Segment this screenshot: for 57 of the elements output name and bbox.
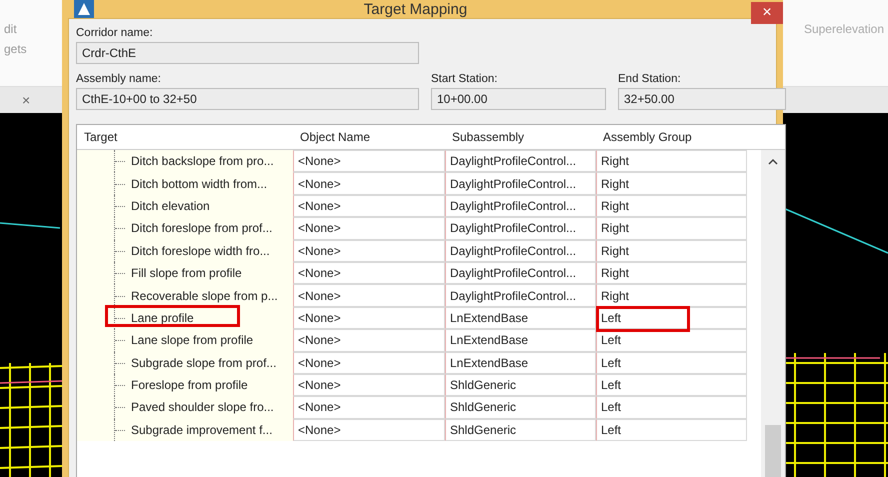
table-cell[interactable]: Right: [596, 284, 747, 307]
table-cell[interactable]: <None>: [293, 194, 445, 218]
field-label: Corridor name:: [76, 27, 154, 39]
app-logo-icon: [74, 0, 94, 18]
window-title: Target Mapping: [362, 0, 468, 18]
text-field[interactable]: Crdr-CthE: [76, 42, 419, 64]
table-cell[interactable]: LnExtendBase: [445, 306, 596, 330]
table-cell[interactable]: <None>: [293, 352, 445, 374]
table-cell[interactable]: DaylightProfileControl...: [445, 240, 596, 262]
table-cell[interactable]: DaylightProfileControl...: [445, 262, 596, 284]
table-cell[interactable]: Left: [596, 306, 747, 330]
table-cell[interactable]: ShldGeneric: [445, 374, 596, 396]
table-cell[interactable]: <None>: [293, 150, 445, 172]
tab-close-button[interactable]: ×: [22, 92, 30, 108]
table-cell[interactable]: DaylightProfileControl...: [445, 217, 596, 240]
table-cell[interactable]: DaylightProfileControl...: [445, 194, 596, 218]
table-cell[interactable]: <None>: [293, 262, 445, 284]
table-cell[interactable]: <None>: [293, 240, 445, 262]
field-label: Assembly name:: [76, 73, 162, 85]
table-cell[interactable]: Right: [596, 240, 747, 262]
field-label: End Station:: [618, 73, 682, 85]
table-cell[interactable]: Left: [596, 352, 747, 374]
table-cell[interactable]: <None>: [293, 172, 445, 195]
scroll-up-icon[interactable]: [768, 158, 778, 166]
table-cell[interactable]: <None>: [293, 418, 445, 442]
table-cell[interactable]: Right: [596, 150, 747, 172]
text-field[interactable]: CthE-10+00 to 32+50: [76, 88, 419, 110]
table-cell[interactable]: LnExtendBase: [445, 352, 596, 374]
table-cell[interactable]: <None>: [293, 306, 445, 330]
table-cell[interactable]: ShldGeneric: [445, 418, 596, 442]
table-cell[interactable]: ShldGeneric: [445, 396, 596, 419]
table-cell[interactable]: Left: [596, 418, 747, 442]
table-cell[interactable]: Left: [596, 396, 747, 419]
column-header[interactable]: Object Name: [293, 130, 445, 144]
field-label: Start Station:: [431, 73, 498, 85]
table-cell[interactable]: <None>: [293, 217, 445, 240]
column-header[interactable]: Subassembly: [445, 130, 596, 144]
table-cell[interactable]: Right: [596, 194, 747, 218]
table-cell[interactable]: <None>: [293, 374, 445, 396]
tree-item[interactable]: Lane profile: [131, 310, 194, 325]
table-cell[interactable]: Right: [596, 262, 747, 284]
table-cell[interactable]: DaylightProfileControl...: [445, 150, 596, 172]
text-field[interactable]: 10+00.00: [431, 88, 606, 110]
table-cell[interactable]: <None>: [293, 284, 445, 307]
table-cell[interactable]: LnExtendBase: [445, 329, 596, 352]
table-cell[interactable]: DaylightProfileControl...: [445, 284, 596, 307]
close-button[interactable]: ×: [751, 2, 783, 24]
table-cell[interactable]: Right: [596, 217, 747, 240]
table-cell[interactable]: DaylightProfileControl...: [445, 172, 596, 195]
table-cell[interactable]: <None>: [293, 329, 445, 352]
column-header[interactable]: Assembly Group: [596, 130, 747, 144]
column-header[interactable]: Target: [77, 130, 293, 144]
table-cell[interactable]: Left: [596, 374, 747, 396]
text-field[interactable]: 32+50.00: [618, 88, 786, 110]
table-cell[interactable]: Right: [596, 172, 747, 195]
table-cell[interactable]: Left: [596, 329, 747, 352]
table-cell[interactable]: <None>: [293, 396, 445, 419]
